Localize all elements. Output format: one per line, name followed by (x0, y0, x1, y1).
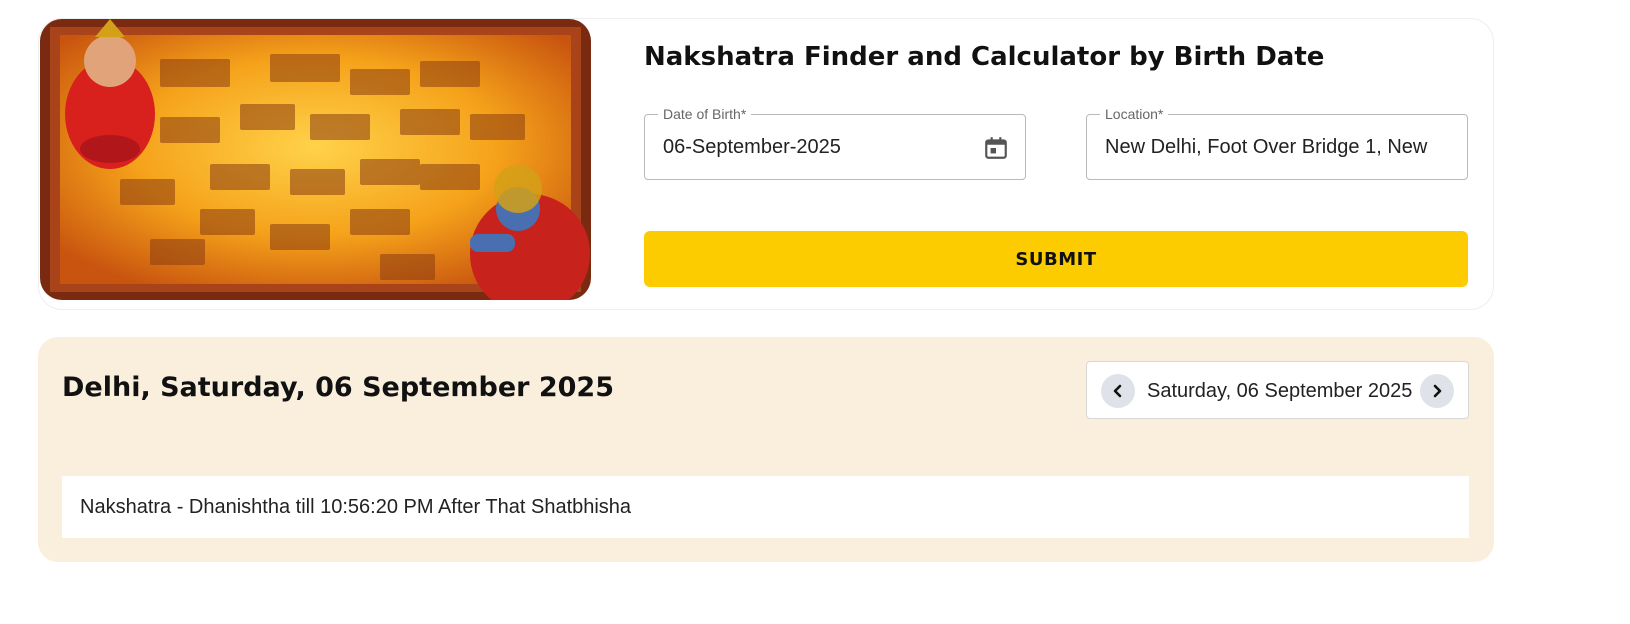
next-day-button[interactable] (1420, 374, 1454, 408)
nakshatra-result-text: Nakshatra - Dhanishtha till 10:56:20 PM … (80, 496, 632, 518)
submit-button[interactable]: SUBMIT (644, 231, 1468, 287)
location-field[interactable]: Location* New Delhi, Foot Over Bridge 1,… (1086, 106, 1468, 180)
date-of-birth-label: Date of Birth* (658, 106, 752, 122)
location-value[interactable]: New Delhi, Foot Over Bridge 1, New (1105, 136, 1447, 159)
date-of-birth-value[interactable]: 06-September-2025 (663, 136, 965, 159)
previous-day-button[interactable] (1101, 374, 1135, 408)
page-title: Nakshatra Finder and Calculator by Birth… (644, 42, 1325, 72)
navigator-date: Saturday, 06 September 2025 (1147, 380, 1413, 402)
date-navigator: Saturday, 06 September 2025 (1086, 361, 1469, 419)
calendar-icon[interactable] (983, 135, 1009, 161)
calendar-deity-illustration (40, 19, 591, 300)
chevron-right-icon (1433, 384, 1442, 398)
hero-image (40, 19, 591, 300)
date-of-birth-field[interactable]: Date of Birth* 06-September-2025 (644, 106, 1026, 180)
result-title: Delhi, Saturday, 06 September 2025 (62, 372, 615, 403)
location-label: Location* (1100, 106, 1169, 122)
nakshatra-result-box: Nakshatra - Dhanishtha till 10:56:20 PM … (62, 476, 1469, 538)
chevron-left-icon (1113, 384, 1122, 398)
